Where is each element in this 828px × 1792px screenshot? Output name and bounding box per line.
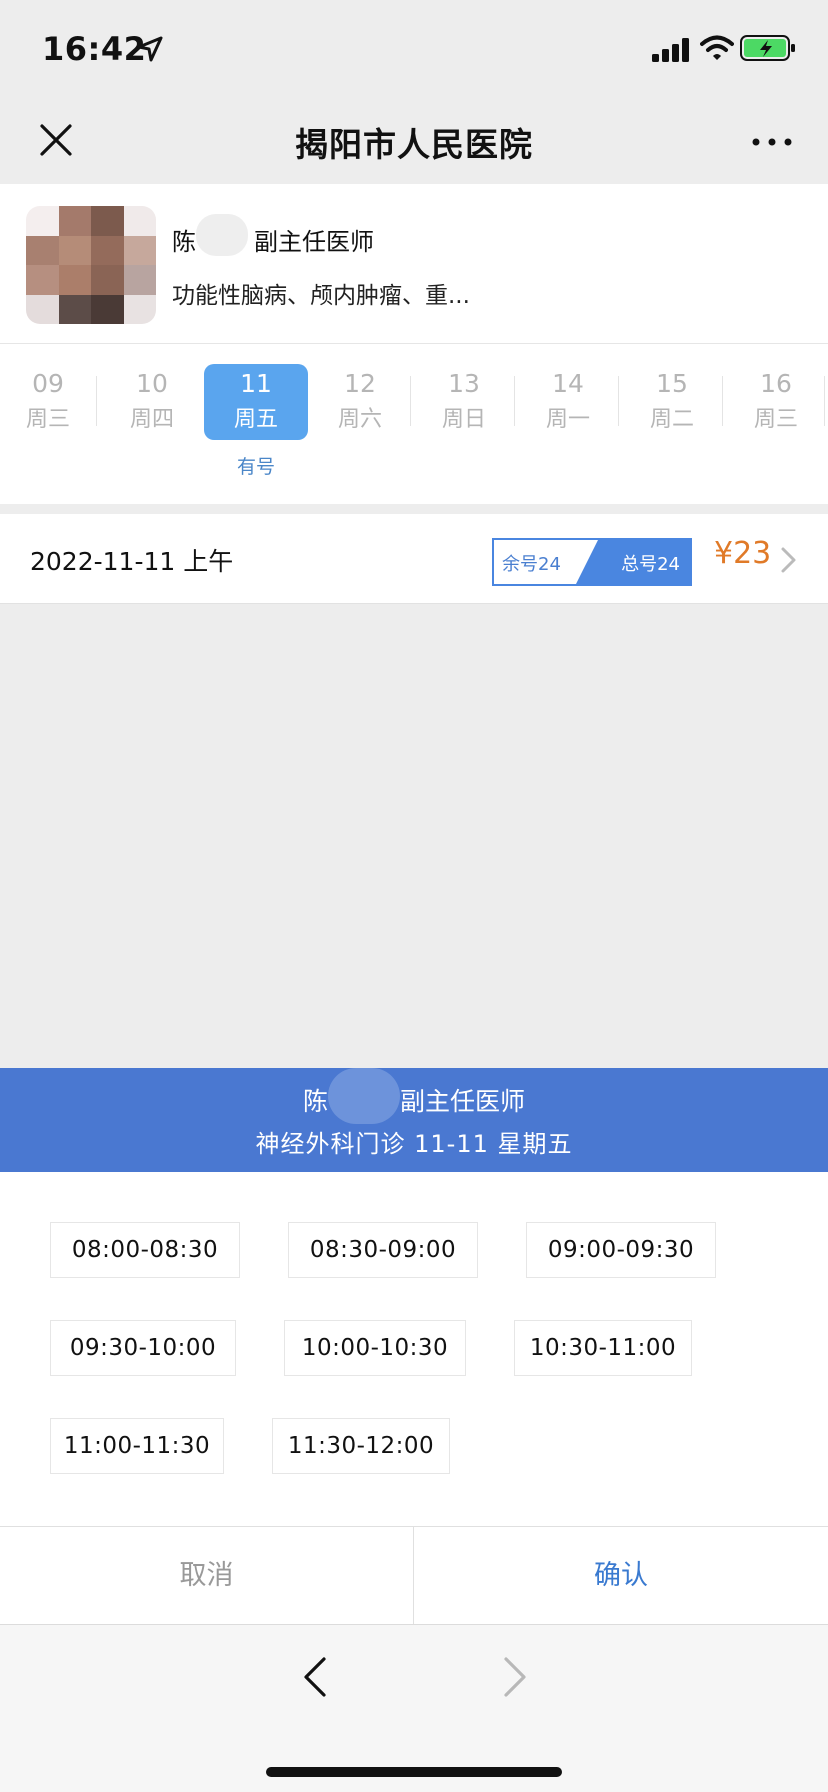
time-slot[interactable]: 08:30-09:00 bbox=[288, 1222, 478, 1278]
time-slot-grid: 08:00-08:30 08:30-09:00 09:00-09:30 09:3… bbox=[0, 1172, 828, 1526]
wifi-icon bbox=[700, 35, 734, 60]
date-selector: 09 周三 10 周四 11 周五 12 周六 13 周日 14 周一 15 周二 16 周三 … bbox=[0, 344, 828, 504]
schedule-row[interactable]: 2022-11-11 上午 余号24 总号24 ¥23 bbox=[0, 514, 828, 604]
cancel-button[interactable]: 取消 bbox=[0, 1527, 414, 1625]
status-time: 16:42 bbox=[42, 30, 147, 68]
sheet-header: 陈 副主任医师 神经外科门诊 11-11 星期五 bbox=[0, 1068, 828, 1172]
doctor-card[interactable]: 陈 副主任医师 功能性脑病、颅内肿瘤、重... bbox=[0, 184, 828, 344]
doctor-surname: 陈 bbox=[172, 228, 196, 256]
date-item[interactable]: 14 周一 bbox=[516, 364, 620, 440]
time-slot[interactable]: 10:00-10:30 bbox=[284, 1320, 466, 1376]
time-slot[interactable]: 08:00-08:30 bbox=[50, 1222, 240, 1278]
total-quota: 总号24 bbox=[621, 554, 680, 575]
date-item-selected[interactable]: 11 周五 bbox=[204, 364, 308, 440]
more-icon[interactable] bbox=[748, 124, 796, 160]
date-item[interactable]: 16 周三 bbox=[724, 364, 828, 440]
date-item[interactable]: 09 周三 bbox=[0, 364, 100, 440]
time-slot[interactable]: 09:30-10:00 bbox=[50, 1320, 236, 1376]
sheet-doctor-surname: 陈 bbox=[302, 1087, 328, 1116]
location-arrow-icon bbox=[137, 36, 163, 62]
time-slot[interactable]: 11:30-12:00 bbox=[272, 1418, 450, 1474]
action-bar: 取消 确认 bbox=[0, 1526, 828, 1625]
doctor-title: 副主任医师 bbox=[254, 228, 374, 256]
sheet-doctor-name: 陈 副主任医师 bbox=[0, 1082, 828, 1118]
home-indicator[interactable] bbox=[266, 1767, 562, 1777]
nav-bar: 揭阳市人民医院 bbox=[0, 100, 828, 184]
sheet-doctor-title: 副主任医师 bbox=[400, 1087, 526, 1116]
date-item[interactable]: 13 周日 bbox=[412, 364, 516, 440]
page-title: 揭阳市人民医院 bbox=[295, 125, 533, 164]
forward-arrow-icon[interactable] bbox=[500, 1655, 530, 1699]
doctor-avatar bbox=[26, 206, 156, 324]
signal-icon bbox=[652, 38, 689, 62]
status-bar: 16:42 bbox=[0, 0, 828, 100]
time-slot[interactable]: 09:00-09:30 bbox=[526, 1222, 716, 1278]
date-availability-status: 有号 bbox=[236, 456, 275, 478]
browser-bottom-bar bbox=[0, 1624, 828, 1792]
chevron-right-icon bbox=[781, 547, 796, 573]
remaining-quota: 余号24 bbox=[502, 554, 561, 575]
date-item[interactable]: 12 周六 bbox=[308, 364, 412, 440]
confirm-button[interactable]: 确认 bbox=[414, 1527, 828, 1625]
date-item[interactable]: 15 周二 bbox=[620, 364, 724, 440]
fee-price: ¥23 bbox=[714, 536, 772, 571]
sheet-clinic-info: 神经外科门诊 11-11 星期五 bbox=[255, 1130, 573, 1158]
back-arrow-icon[interactable] bbox=[300, 1655, 330, 1699]
doctor-specialty: 功能性脑病、颅内肿瘤、重... bbox=[172, 283, 470, 309]
schedule-date: 2022-11-11 上午 bbox=[30, 547, 234, 576]
time-slot[interactable]: 10:30-11:00 bbox=[514, 1320, 692, 1376]
battery-charging-icon bbox=[740, 35, 795, 61]
overlay-backdrop[interactable] bbox=[0, 604, 828, 1068]
doctor-name: 陈 副主任医师 bbox=[172, 222, 374, 257]
quota-badge: 余号24 总号24 bbox=[492, 538, 692, 586]
date-item[interactable]: 10 周四 bbox=[100, 364, 204, 440]
time-slot[interactable]: 11:00-11:30 bbox=[50, 1418, 224, 1474]
